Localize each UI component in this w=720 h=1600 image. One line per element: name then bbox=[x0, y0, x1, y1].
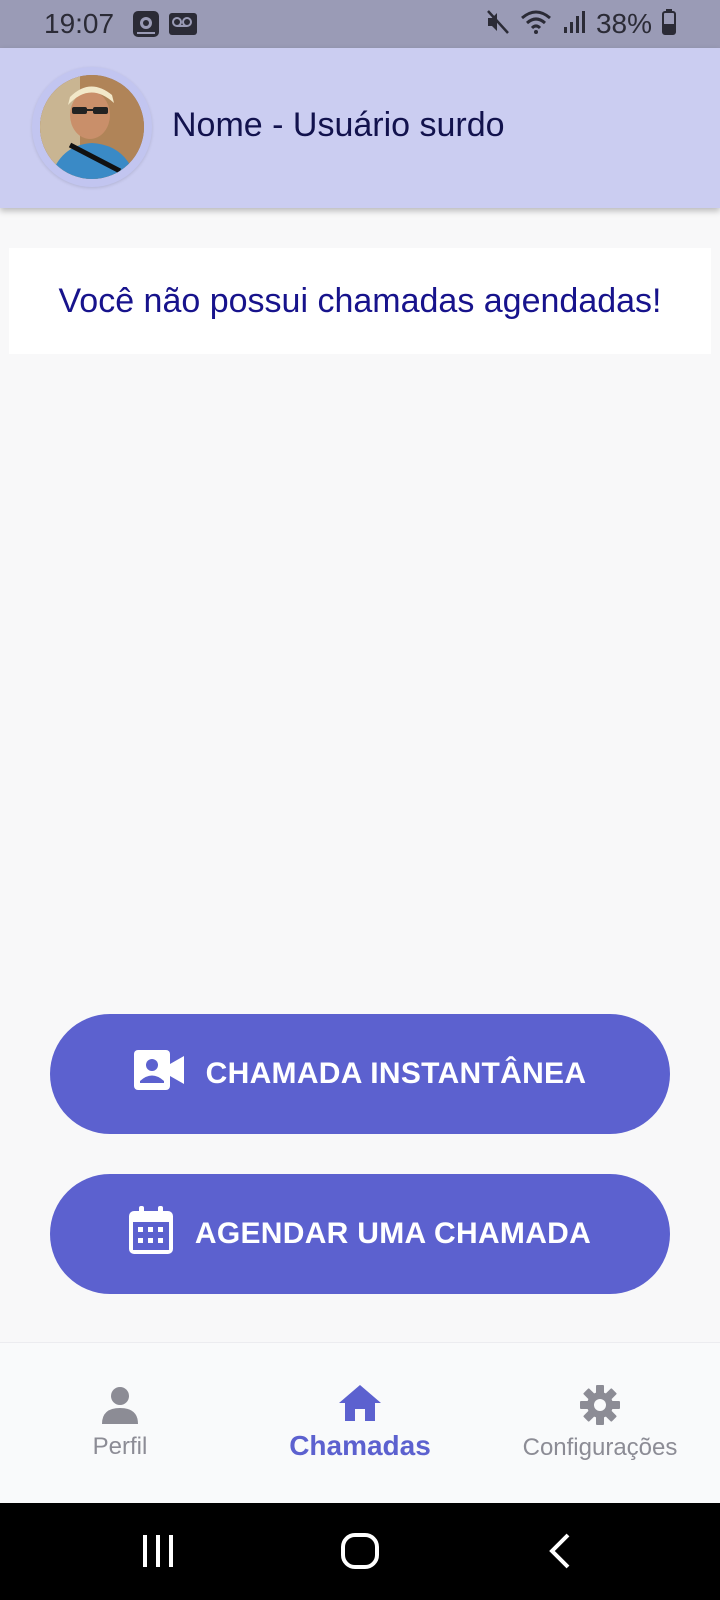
voicemail-icon bbox=[168, 10, 198, 43]
instant-call-label: CHAMADA INSTANTÂNEA bbox=[205, 1057, 587, 1090]
empty-state-message: Você não possui chamadas agendadas! bbox=[58, 281, 662, 320]
status-time: 19:07 bbox=[44, 8, 115, 39]
instant-call-button[interactable]: CHAMADA INSTANTÂNEA bbox=[50, 1014, 670, 1134]
nav-label-profile: Perfil bbox=[92, 1433, 148, 1460]
status-right: 38% bbox=[486, 8, 676, 40]
home-button[interactable] bbox=[340, 1533, 380, 1574]
wifi-icon bbox=[520, 9, 552, 40]
nav-item-profile[interactable]: Perfil bbox=[0, 1343, 240, 1504]
nav-item-calls[interactable]: Chamadas bbox=[240, 1343, 480, 1504]
back-button[interactable] bbox=[546, 1533, 574, 1574]
status-left-icons bbox=[132, 10, 198, 43]
gear-icon bbox=[580, 1385, 620, 1430]
system-navigation-bar bbox=[0, 1503, 720, 1600]
calendar-icon bbox=[128, 1206, 173, 1262]
app-header: Nome - Usuário surdo bbox=[0, 48, 720, 208]
battery-percentage: 38% bbox=[595, 8, 652, 39]
schedule-call-button[interactable]: AGENDAR UMA CHAMADA bbox=[50, 1174, 670, 1294]
battery-icon bbox=[662, 8, 676, 40]
gallery-icon bbox=[132, 10, 160, 43]
schedule-call-label: AGENDAR UMA CHAMADA bbox=[194, 1217, 592, 1250]
empty-state-card: Você não possui chamadas agendadas! bbox=[9, 248, 711, 354]
recent-apps-button[interactable] bbox=[140, 1533, 176, 1574]
bottom-navigation: Perfil Chamadas Configurações bbox=[0, 1342, 720, 1504]
video-contact-icon bbox=[133, 1050, 184, 1098]
nav-label-calls: Chamadas bbox=[289, 1430, 431, 1461]
home-icon bbox=[339, 1385, 381, 1426]
signal-icon bbox=[562, 10, 586, 39]
avatar-photo bbox=[40, 75, 144, 179]
status-bar: 19:07 38% bbox=[0, 0, 720, 48]
mute-icon bbox=[486, 9, 510, 40]
nav-item-settings[interactable]: Configurações bbox=[480, 1343, 720, 1504]
avatar[interactable] bbox=[32, 67, 152, 187]
user-name: Nome - Usuário surdo bbox=[172, 106, 505, 144]
nav-label-settings: Configurações bbox=[522, 1434, 678, 1461]
person-icon bbox=[102, 1386, 138, 1429]
